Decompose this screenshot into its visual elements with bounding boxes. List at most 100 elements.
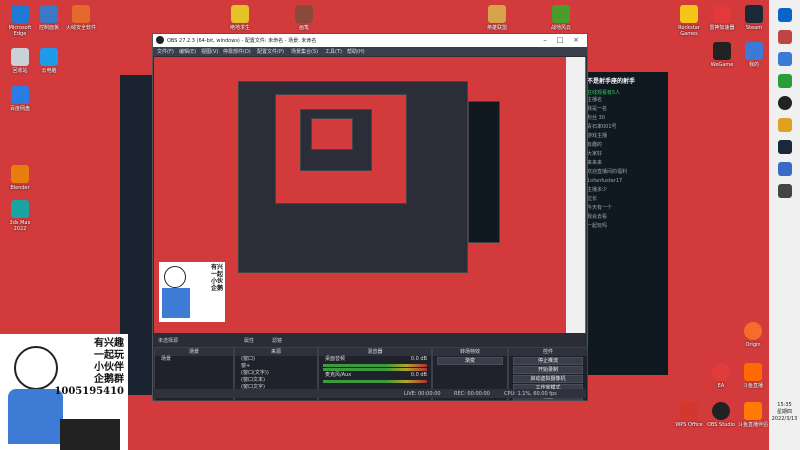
blender-icon — [11, 165, 29, 183]
sources-header: 来源 — [235, 348, 317, 356]
transitions-header: 转场特效 — [433, 348, 507, 356]
taskbar-app-icon[interactable] — [777, 140, 792, 154]
desktop-icon-baidu[interactable]: 百度网盘 — [3, 86, 37, 112]
pubg-icon — [231, 5, 249, 23]
desktop-icon-douyu-assistant[interactable]: 斗鱼直播伴侣 — [736, 402, 770, 428]
paint-icon — [295, 5, 313, 23]
taskbar — [769, 0, 800, 450]
source-item[interactable]: (窗口) — [235, 356, 317, 363]
live-timer: LIVE: 00:00:00 — [404, 391, 441, 397]
chat-title: 不是射手座的射手 — [587, 78, 636, 85]
menu-file[interactable]: 文件(F) — [157, 48, 174, 55]
steam-icon — [745, 5, 763, 23]
desktop-icon-lol[interactable]: 英雄联盟 — [480, 5, 514, 31]
baidu-netdisk-icon — [11, 86, 29, 104]
taskbar-app-icon[interactable] — [777, 118, 792, 132]
obs-preview[interactable]: 有兴 一起 小伙 企鹅 — [154, 57, 586, 333]
desktop-icon-huorong[interactable]: 火绒安全软件 — [64, 5, 98, 31]
nested-preview-3 — [300, 109, 372, 171]
mixer-channel-mic: 麦克风/Aux 0.0 dB — [325, 372, 427, 378]
chat-panel: 不是射手座的射手 在线观看有5人 主播名 我是一名 粉丝 30 青石率001号 … — [583, 72, 668, 375]
mic-audio-meter — [323, 380, 427, 383]
scene-item[interactable]: 场景 — [155, 356, 233, 363]
wegame-icon — [713, 42, 731, 60]
obs-window: OBS 27.2.3 (64-bit, windows) - 配置文件: 未命名… — [152, 33, 588, 401]
menu-view[interactable]: 视图(V) — [201, 48, 218, 55]
source-item[interactable]: 窗+ — [235, 363, 317, 370]
stop-streaming-button[interactable]: 停止推流 — [513, 357, 583, 365]
menu-tools[interactable]: 工具(T) — [325, 48, 342, 55]
menu-edit[interactable]: 编辑(E) — [179, 48, 196, 55]
taskbar-app-icon[interactable] — [777, 74, 792, 88]
cloud-pc-icon — [40, 48, 58, 66]
mixer-channel-desktop: 桌面音频 0.0 dB — [325, 356, 427, 362]
scenes-header: 场景 — [155, 348, 233, 356]
taskbar-app-icon[interactable] — [777, 162, 792, 176]
desktop-icon-ea[interactable]: EA — [704, 363, 738, 389]
chat-line: 我是一名 — [587, 106, 608, 112]
close-button[interactable]: × — [569, 36, 583, 44]
source-item[interactable]: (窗口文本) — [235, 377, 317, 384]
menu-profile[interactable]: 配置文件(P) — [257, 48, 284, 55]
meme-text: 有兴趣 一起玩 小伙伴 企鹅群 1005195410 — [54, 338, 124, 397]
origin-icon — [744, 322, 762, 340]
cpu-fps-readout: CPU: 1.1%, 60.00 fps — [504, 391, 557, 397]
desktop-icon-wegame[interactable]: WeGame — [705, 42, 739, 68]
desktop-icon-cloud-pc[interactable]: 云电脑 — [32, 48, 66, 74]
nested-preview-4 — [311, 118, 353, 150]
menu-help[interactable]: 帮助(H) — [347, 48, 365, 55]
desktop-icon-leishen[interactable]: 雷神加速器 — [705, 5, 739, 31]
mixer-header: 混音器 — [319, 348, 431, 356]
start-recording-button[interactable]: 开始录制 — [513, 366, 583, 374]
minimize-button[interactable]: – — [538, 36, 552, 44]
menu-scene-collection[interactable]: 场景集合(S) — [291, 48, 318, 55]
desktop-icon-3dsmax[interactable]: 3ds Max 2022 — [3, 200, 37, 232]
start-menu-icon[interactable] — [777, 8, 792, 22]
taskbar-app-icon[interactable] — [777, 30, 792, 44]
desktop-icon-control-panel[interactable]: 控制面板 — [32, 5, 66, 31]
desktop: Microsoft Edge 回收站 百度网盘 Blender 3ds Max … — [0, 0, 800, 450]
maximize-button[interactable]: □ — [553, 36, 567, 44]
ea-icon — [712, 363, 730, 381]
obs-menubar: 文件(F) 编辑(E) 视图(V) 停靠部件(D) 配置文件(P) 场景集合(S… — [153, 47, 587, 56]
rockstar-icon — [680, 5, 698, 23]
edge-icon — [11, 5, 29, 23]
desktop-icon-douyu[interactable]: 斗鱼直播 — [736, 363, 770, 389]
source-item[interactable]: (窗口(文字)) — [235, 370, 317, 377]
desktop-audio-fader[interactable] — [323, 368, 427, 371]
taskbar-app-icon[interactable] — [777, 96, 792, 110]
meme-desk — [60, 419, 120, 450]
chat-line: 大家好 — [587, 151, 603, 157]
desktop-audio-meter — [323, 364, 427, 367]
desktop-icon-blender[interactable]: Blender — [3, 165, 37, 191]
meme-sticker: 有兴趣 一起玩 小伙伴 企鹅群 1005195410 — [0, 334, 128, 450]
source-toolbar: 未选择源 属性 滤镜 — [154, 334, 586, 346]
douyu-icon — [744, 363, 762, 381]
meme-face — [14, 346, 58, 390]
desktop-icon-origin[interactable]: Origin — [736, 322, 770, 348]
desktop-icon-wode[interactable]: 我的 — [737, 42, 771, 68]
taskbar-app-icon[interactable] — [777, 184, 792, 198]
transition-select[interactable]: 渐变 — [437, 357, 503, 365]
taskbar-app-icon[interactable] — [777, 52, 792, 66]
desktop-icon-pubg[interactable]: 绝地求生 — [223, 5, 257, 31]
desktop-icon-obs[interactable]: OBS Studio — [704, 402, 738, 428]
desktop-icon-paint[interactable]: 画笔 — [287, 5, 321, 31]
desktop-icon-battlefield[interactable]: 战地风云 — [544, 5, 578, 31]
obs-window-title: OBS 27.2.3 (64-bit, windows) - 配置文件: 未命名… — [167, 38, 317, 44]
chat-line: 我会去看 — [587, 214, 608, 220]
douyu-assistant-icon — [744, 402, 762, 420]
desktop-icon-rockstar[interactable]: Rockstar Games — [672, 5, 706, 37]
nested-preview-2 — [275, 94, 407, 204]
desktop-icon-steam[interactable]: Steam — [737, 5, 771, 31]
obs-titlebar[interactable]: OBS 27.2.3 (64-bit, windows) - 配置文件: 未命名… — [153, 34, 587, 47]
nested-taskbar — [566, 57, 585, 333]
menu-dock[interactable]: 停靠部件(D) — [223, 48, 251, 55]
desktop-icon-wps[interactable]: WPS Office — [672, 402, 706, 428]
filters-button[interactable]: 滤镜 — [272, 337, 282, 344]
meme-sticker-small: 有兴 一起 小伙 企鹅 — [159, 262, 225, 322]
start-virtual-camera-button[interactable]: 启动虚拟摄像机 — [513, 375, 583, 383]
wps-icon — [680, 402, 698, 420]
properties-button[interactable]: 属性 — [244, 337, 254, 344]
system-clock[interactable]: 15:35 星期四 2022/3/13 — [769, 402, 800, 423]
